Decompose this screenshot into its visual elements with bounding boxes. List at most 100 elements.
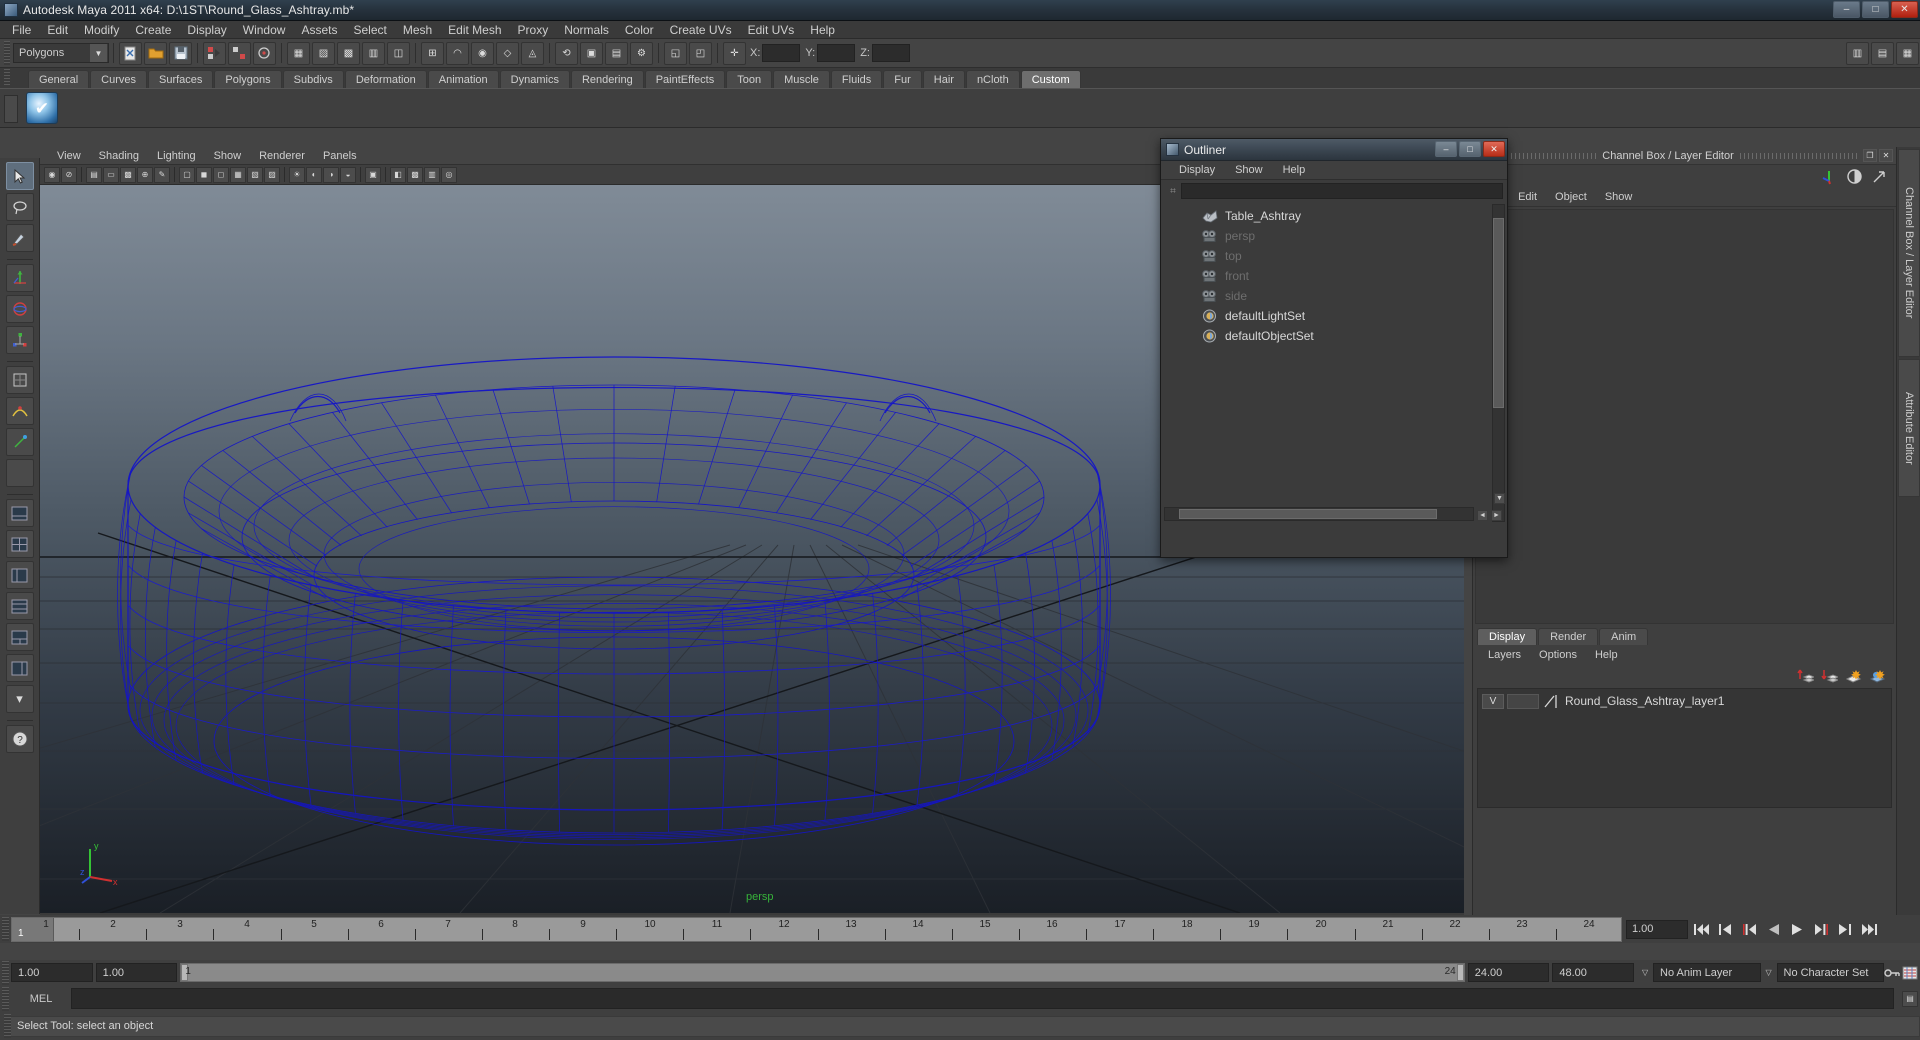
- maximize-button[interactable]: □: [1862, 1, 1889, 18]
- use-default-lighting-icon[interactable]: ☀: [289, 166, 305, 183]
- smooth-shade-selected-icon[interactable]: ◻: [213, 166, 229, 183]
- rotate-tool-icon[interactable]: [5, 295, 34, 323]
- menu-item-edit-uvs[interactable]: Edit UVs: [740, 22, 803, 38]
- half-circle-toggle-icon[interactable]: [1846, 168, 1863, 185]
- arrow-diagonal-icon[interactable]: [1871, 168, 1888, 185]
- range-slider-bar[interactable]: 1 24: [180, 963, 1465, 982]
- layout-persp-graph-icon[interactable]: [5, 623, 34, 651]
- mel-command-input[interactable]: [71, 988, 1894, 1009]
- menu-item-file[interactable]: File: [4, 22, 39, 38]
- shelf-tab-fur[interactable]: Fur: [883, 70, 922, 88]
- vertical-tab-channel-box-layer-editor[interactable]: Channel Box / Layer Editor: [1898, 149, 1920, 357]
- shadows-icon[interactable]: ◑: [323, 166, 339, 183]
- step-forward-frame-button[interactable]: [1810, 919, 1832, 939]
- anim-layer-field[interactable]: No Anim Layer: [1653, 963, 1761, 982]
- coord-z-field[interactable]: [871, 44, 910, 62]
- menu-item-mesh[interactable]: Mesh: [395, 22, 440, 38]
- exposure-icon[interactable]: ◎: [441, 166, 457, 183]
- outliner-item[interactable]: defaultLightSet: [1161, 306, 1507, 326]
- occlusion-icon[interactable]: ◒: [340, 166, 356, 183]
- close-button[interactable]: ✕: [1891, 1, 1918, 18]
- auto-key-icon[interactable]: [1884, 963, 1900, 982]
- shelf-tab-fluids[interactable]: Fluids: [830, 70, 883, 88]
- shelf-tab-general[interactable]: General: [28, 70, 90, 88]
- undock-panel-icon[interactable]: ❐: [1863, 149, 1877, 162]
- step-back-frame-button[interactable]: [1738, 919, 1760, 939]
- shelf-tab-animation[interactable]: Animation: [427, 70, 499, 88]
- outliner-item[interactable]: front: [1161, 266, 1507, 286]
- toolbar-grip[interactable]: [4, 41, 10, 65]
- render-current-frame-icon[interactable]: ▣: [580, 41, 603, 65]
- vertical-tab-attribute-editor[interactable]: Attribute Editor: [1898, 359, 1920, 497]
- shelf-options-grip[interactable]: [4, 95, 18, 123]
- create-empty-layer-icon[interactable]: [1845, 668, 1862, 683]
- layer-menu-layers[interactable]: Layers: [1479, 649, 1530, 661]
- channelbox-menu-edit[interactable]: Edit: [1509, 191, 1546, 203]
- shelf-tab-dynamics[interactable]: Dynamics: [499, 70, 570, 88]
- outliner-horizontal-scrollbar[interactable]: [1164, 507, 1474, 521]
- layer-tab-anim[interactable]: Anim: [1599, 628, 1649, 645]
- play-backwards-button[interactable]: [1762, 919, 1784, 939]
- render-settings-icon[interactable]: ⚙: [630, 41, 653, 65]
- layout-hypergraph-icon[interactable]: [5, 592, 34, 620]
- hardware-texturing-icon[interactable]: ▩: [407, 166, 423, 183]
- outliner-titlebar[interactable]: Outliner – □ ✕: [1161, 139, 1507, 161]
- show-hide-channel-box-icon[interactable]: ▦: [1896, 41, 1919, 65]
- layout-more-icon[interactable]: ▾: [5, 685, 34, 713]
- shelf-tab-ncloth[interactable]: nCloth: [965, 70, 1020, 88]
- soft-modification-tool-icon[interactable]: [5, 397, 34, 425]
- command-line-grip[interactable]: [2, 986, 9, 1011]
- xray-icon[interactable]: ▧: [247, 166, 263, 183]
- select-by-hierarchy-icon[interactable]: [203, 41, 226, 65]
- menuset-dropdown[interactable]: Polygons ▼: [13, 43, 109, 63]
- show-manipulator-tool-icon[interactable]: [5, 428, 34, 456]
- paint-selection-tool-icon[interactable]: [5, 224, 34, 252]
- layer-menu-help[interactable]: Help: [1586, 649, 1627, 661]
- two-d-pan-zoom-icon[interactable]: ⊕: [137, 166, 153, 183]
- shelf-tab-surfaces[interactable]: Surfaces: [147, 70, 214, 88]
- smooth-shade-all-icon[interactable]: ◼: [196, 166, 212, 183]
- outliner-scroll-down-button[interactable]: ▼: [1494, 493, 1505, 504]
- custom-shelf-button-icon[interactable]: ✔: [26, 92, 58, 124]
- snap-point-icon[interactable]: ◉: [471, 41, 494, 65]
- range-slider-grip[interactable]: [2, 960, 9, 985]
- show-hide-tool-settings-icon[interactable]: ▤: [1871, 41, 1894, 65]
- viewport-menu-panels[interactable]: Panels: [314, 150, 366, 162]
- menu-item-display[interactable]: Display: [179, 22, 234, 38]
- shelf-tab-deformation[interactable]: Deformation: [344, 70, 427, 88]
- outliner-item[interactable]: Table_Ashtray: [1161, 206, 1507, 226]
- outliner-item[interactable]: top: [1161, 246, 1507, 266]
- select-by-object-icon[interactable]: [228, 41, 251, 65]
- go-to-start-button[interactable]: [1690, 919, 1712, 939]
- playback-start-time-field[interactable]: 1.00: [95, 963, 178, 982]
- wireframe-on-shaded-icon[interactable]: ▦: [230, 166, 246, 183]
- snap-view-icon[interactable]: ◬: [521, 41, 544, 65]
- open-scene-icon[interactable]: [144, 41, 167, 65]
- component-edge-icon[interactable]: ▨: [312, 41, 335, 65]
- create-layer-from-selected-icon[interactable]: [1869, 668, 1886, 683]
- outliner-minimize-button[interactable]: –: [1435, 141, 1457, 157]
- component-uv-icon[interactable]: ▥: [362, 41, 385, 65]
- outliner-item[interactable]: defaultObjectSet: [1161, 326, 1507, 346]
- channelbox-menu-object[interactable]: Object: [1546, 191, 1596, 203]
- layer-tab-display[interactable]: Display: [1477, 628, 1538, 645]
- outliner-item[interactable]: side: [1161, 286, 1507, 306]
- time-slider[interactable]: 1 1 2 3 4 5 6 7 8 9 10 11 12 13 14 15 16 17 18 19 20 21 22 23 2…: [11, 916, 1622, 942]
- menu-item-normals[interactable]: Normals: [556, 22, 617, 38]
- viewport-menu-view[interactable]: View: [48, 150, 90, 162]
- outliner-close-button[interactable]: ✕: [1483, 141, 1505, 157]
- menu-item-create-uvs[interactable]: Create UVs: [662, 22, 740, 38]
- select-tool-icon[interactable]: [5, 162, 34, 190]
- viewport-menu-renderer[interactable]: Renderer: [250, 150, 314, 162]
- open-relationship-editor-icon[interactable]: ◱: [664, 41, 687, 65]
- outliner-vertical-scrollbar[interactable]: [1492, 204, 1505, 522]
- menu-item-proxy[interactable]: Proxy: [510, 22, 557, 38]
- layer-playback-toggle[interactable]: [1507, 693, 1539, 709]
- shelf-tab-subdivs[interactable]: Subdivs: [282, 70, 344, 88]
- menu-item-modify[interactable]: Modify: [76, 22, 127, 38]
- shelf-tab-hair[interactable]: Hair: [922, 70, 965, 88]
- xray-active-components-icon[interactable]: ◧: [390, 166, 406, 183]
- move-layer-down-icon[interactable]: [1821, 668, 1838, 683]
- playback-end-time-field[interactable]: 24.00: [1467, 963, 1550, 982]
- move-layer-up-icon[interactable]: [1797, 668, 1814, 683]
